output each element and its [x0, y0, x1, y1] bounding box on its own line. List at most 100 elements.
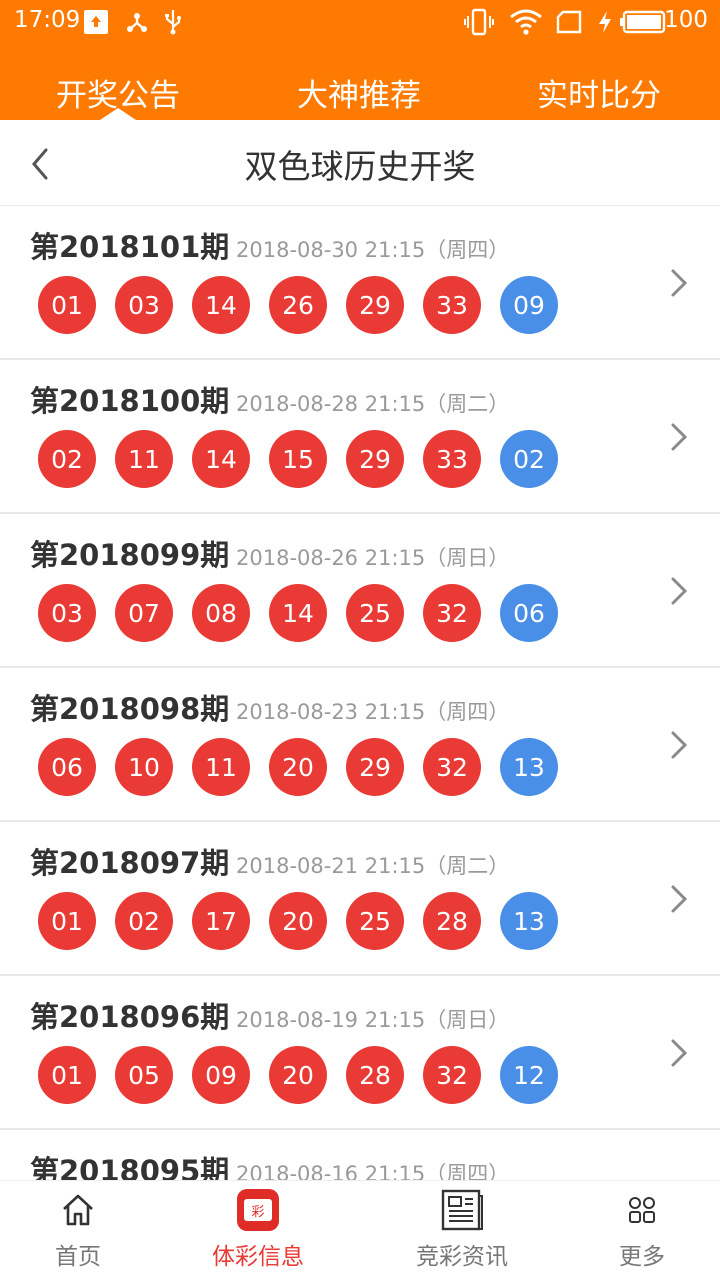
red-ball: 32: [423, 738, 481, 796]
chevron-right-icon: [668, 728, 690, 762]
chevron-right-icon: [668, 1036, 690, 1070]
draw-row[interactable]: 第2018100期 2018-08-28 21:15（周二） 02 11 14 15 29 3…: [0, 360, 720, 514]
grid-icon: [619, 1187, 665, 1233]
red-ball: 33: [423, 276, 481, 334]
chevron-right-icon: [668, 420, 690, 454]
active-tab-indicator: [100, 108, 136, 120]
red-ball: 11: [115, 430, 173, 488]
red-ball: 09: [192, 1046, 250, 1104]
blue-ball: 13: [500, 738, 558, 796]
red-ball: 10: [115, 738, 173, 796]
chevron-right-icon: [668, 266, 690, 300]
draw-row[interactable]: 第2018095期 2018-08-16 21:15（周四）: [0, 1130, 720, 1180]
charging-icon: [596, 8, 614, 36]
red-ball: 29: [346, 276, 404, 334]
red-ball: 32: [423, 1046, 481, 1104]
chevron-right-icon: [668, 882, 690, 916]
red-ball: 33: [423, 430, 481, 488]
red-ball: 14: [192, 276, 250, 334]
blue-ball: 06: [500, 584, 558, 642]
draw-date: 2018-08-26 21:15（周日）: [236, 546, 510, 570]
newspaper-icon: [439, 1187, 485, 1233]
red-ball: 03: [38, 584, 96, 642]
draw-issue-number: 第2018100期: [30, 384, 230, 418]
red-ball: 01: [38, 1046, 96, 1104]
draw-issue-number: 第2018097期: [30, 846, 230, 880]
red-ball: 05: [115, 1046, 173, 1104]
red-ball: 29: [346, 430, 404, 488]
usb-icon: [162, 8, 184, 36]
lottery-ticket-icon: 彩: [235, 1187, 281, 1233]
draw-date: 2018-08-28 21:15（周二）: [236, 392, 510, 416]
red-ball: 20: [269, 738, 327, 796]
draw-row[interactable]: 第2018096期 2018-08-19 21:15（周日） 01 05 09 20 28 3…: [0, 976, 720, 1130]
red-ball: 32: [423, 584, 481, 642]
app-root: 17:09 100 开奖公告 大神推荐 实时比分 双色球历史开奖 第201810…: [0, 0, 720, 1280]
nav-lottery-info[interactable]: 彩 体彩信息: [200, 1181, 316, 1280]
red-ball: 20: [269, 1046, 327, 1104]
draw-date: 2018-08-21 21:15（周二）: [236, 854, 510, 878]
draw-issue-number: 第2018095期: [30, 1154, 230, 1180]
draw-date: 2018-08-16 21:15（周四）: [236, 1162, 510, 1180]
home-icon: [55, 1187, 101, 1233]
chevron-right-icon: [668, 574, 690, 608]
tab-expert-recommendation[interactable]: 大神推荐: [297, 70, 421, 115]
red-ball: 14: [269, 584, 327, 642]
red-ball: 07: [115, 584, 173, 642]
nav-label: 更多: [619, 1244, 665, 1270]
draw-row[interactable]: 第2018101期 2018-08-30 21:15（周四） 01 03 14 26 29 3…: [0, 206, 720, 360]
top-bar: 17:09 100 开奖公告 大神推荐 实时比分: [0, 0, 720, 120]
red-ball: 25: [346, 892, 404, 950]
red-ball: 15: [269, 430, 327, 488]
draw-date: 2018-08-23 21:15（周四）: [236, 700, 510, 724]
sim-icon: [554, 8, 584, 36]
red-ball: 20: [269, 892, 327, 950]
red-ball: 17: [192, 892, 250, 950]
nav-label: 首页: [55, 1244, 101, 1270]
nav-label: 竞彩资讯: [416, 1244, 508, 1270]
draw-history-list: 第2018101期 2018-08-30 21:15（周四） 01 03 14 26 29 3…: [0, 206, 720, 1180]
red-ball: 28: [346, 1046, 404, 1104]
red-ball: 02: [38, 430, 96, 488]
page-title: 双色球历史开奖: [244, 147, 476, 186]
battery-icon: [620, 8, 666, 36]
red-ball: 03: [115, 276, 173, 334]
nav-label: 体彩信息: [212, 1244, 304, 1270]
draw-issue-number: 第2018101期: [30, 230, 230, 264]
upload-icon: [84, 10, 108, 34]
red-ball: 01: [38, 892, 96, 950]
red-ball: 01: [38, 276, 96, 334]
red-ball: 14: [192, 430, 250, 488]
blue-ball: 13: [500, 892, 558, 950]
draw-issue-number: 第2018096期: [30, 1000, 230, 1034]
red-ball: 11: [192, 738, 250, 796]
blue-ball: 09: [500, 276, 558, 334]
draw-row[interactable]: 第2018099期 2018-08-26 21:15（周日） 03 07 08 14 25 3…: [0, 514, 720, 668]
nav-more[interactable]: 更多: [604, 1181, 680, 1280]
share-icon: [124, 8, 150, 36]
blue-ball: 12: [500, 1046, 558, 1104]
nav-sports-news[interactable]: 竞彩资讯: [402, 1181, 522, 1280]
status-bar: 17:09 100: [0, 0, 720, 44]
wifi-icon: [508, 8, 544, 36]
draw-row[interactable]: 第2018097期 2018-08-21 21:15（周二） 01 02 17 20 25 2…: [0, 822, 720, 976]
draw-issue-number: 第2018098期: [30, 692, 230, 726]
tab-live-score[interactable]: 实时比分: [537, 70, 661, 115]
draw-issue-number: 第2018099期: [30, 538, 230, 572]
blue-ball: 02: [500, 430, 558, 488]
draw-row[interactable]: 第2018098期 2018-08-23 21:15（周四） 06 10 11 20 29 3…: [0, 668, 720, 822]
red-ball: 29: [346, 738, 404, 796]
red-ball: 08: [192, 584, 250, 642]
red-ball: 25: [346, 584, 404, 642]
red-ball: 06: [38, 738, 96, 796]
nav-home[interactable]: 首页: [40, 1181, 116, 1280]
draw-date: 2018-08-30 21:15（周四）: [236, 238, 510, 262]
status-time: 17:09: [14, 7, 81, 33]
draw-date: 2018-08-19 21:15（周日）: [236, 1008, 510, 1032]
red-ball: 02: [115, 892, 173, 950]
battery-level: 100: [664, 7, 708, 33]
bottom-nav: 首页 彩 体彩信息 竞彩资讯 更多: [0, 1180, 720, 1280]
red-ball: 26: [269, 276, 327, 334]
vibrate-icon: [464, 8, 494, 36]
red-ball: 28: [423, 892, 481, 950]
